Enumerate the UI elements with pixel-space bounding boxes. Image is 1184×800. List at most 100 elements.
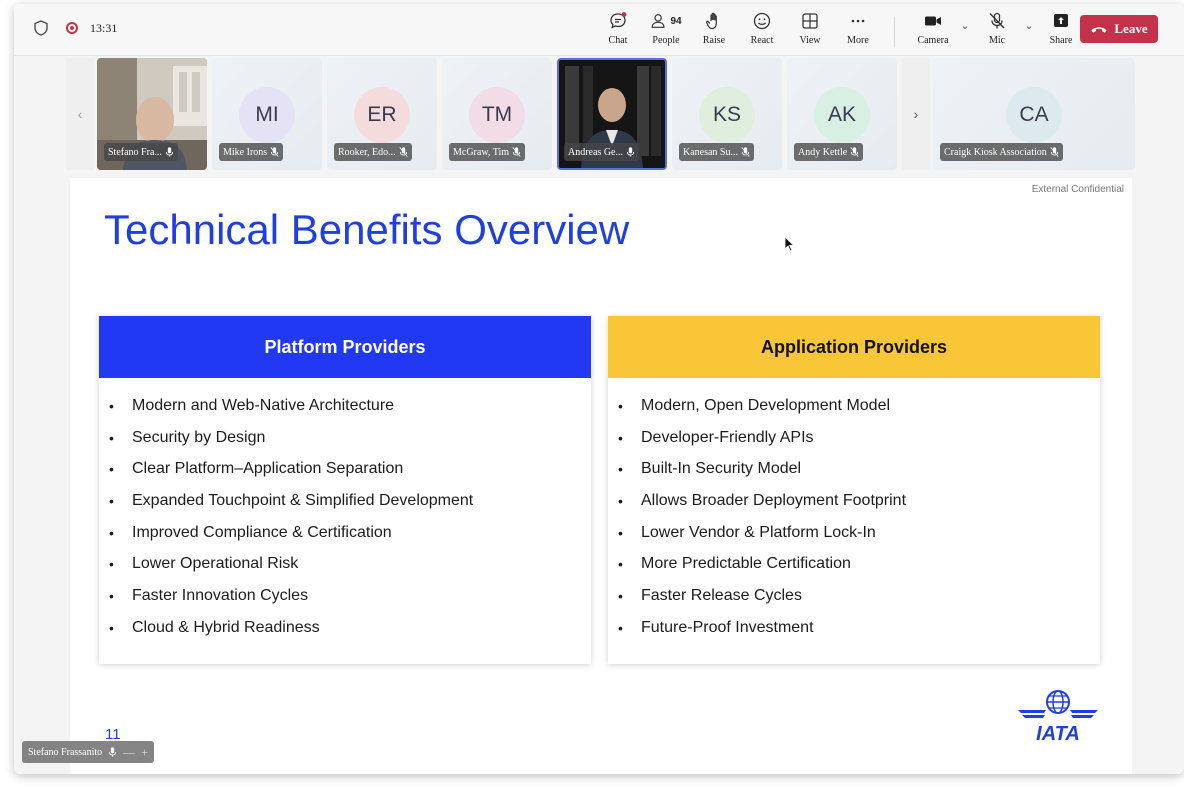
mouse-pointer-icon [784, 236, 794, 252]
avatar: MI [239, 87, 295, 143]
minimize-self-view-icon[interactable]: — [123, 745, 135, 760]
list-item: • Built-In Security Model [618, 460, 802, 478]
leave-button[interactable]: Leave [1080, 15, 1158, 43]
mic-icon [165, 147, 173, 157]
application-providers-list: • Modern, Open Development Model • Develop… [608, 378, 1100, 644]
participant-name-tag: Mike Irons [219, 143, 284, 161]
self-view-tag[interactable]: Stefano Frassanito — + [22, 741, 154, 763]
participant-tile-active-speaker[interactable]: Andreas Ge... [557, 58, 667, 170]
application-providers-header: Application Providers [608, 316, 1100, 378]
grid-view-icon [802, 13, 818, 29]
participant-tile[interactable]: AK Andy Kettle [787, 58, 897, 170]
camera-label: Camera [917, 35, 949, 46]
participant-name: Andreas Ge... [568, 146, 623, 158]
mic-label: Mic [988, 35, 1006, 46]
participant-name: Kanesan Su... [683, 146, 738, 158]
list-item: • Developer-Friendly APIs [618, 428, 814, 446]
raise-label: Raise [702, 35, 726, 46]
meeting-toolbar: 13:31 Chat 94 People Raise React View Mo… [14, 4, 1184, 56]
participant-name: Mike Irons [223, 146, 268, 158]
list-item: • Modern, Open Development Model [618, 396, 891, 414]
self-view-name: Stefano Frassanito [28, 746, 103, 758]
participant-name: McGraw, Tim [453, 146, 510, 158]
list-item: • Improved Compliance & Certification [109, 523, 392, 541]
application-providers-card: Application Providers • Modern, Open Deve… [608, 316, 1100, 664]
list-item: • Faster Release Cycles [618, 586, 802, 604]
shared-slide: External Confidential Technical Benefits… [70, 178, 1132, 774]
people-count-badge: 94 [670, 15, 682, 27]
participant-name-tag: Kanesan Su... [679, 143, 754, 161]
meeting-window: 13:31 Chat 94 People Raise React View Mo… [14, 4, 1184, 774]
more-button[interactable]: More [834, 11, 882, 46]
participant-name-tag: Stefano Fra... [104, 143, 178, 161]
people-label: People [652, 35, 680, 46]
participant-tile[interactable]: Stefano Fra... [97, 58, 207, 170]
list-item: • Expanded Touchpoint & Simplified Develo… [109, 491, 474, 509]
participant-tile[interactable]: CA Craigk Kiosk Association [933, 58, 1135, 170]
list-item: • Allows Broader Deployment Footprint [618, 491, 907, 509]
camera-button[interactable]: Camera [907, 11, 959, 46]
people-icon [652, 14, 665, 28]
raise-hand-button[interactable]: Raise [690, 11, 738, 46]
platform-providers-card: Platform Providers • Modern and Web-Nativ… [99, 316, 591, 664]
iata-logo-text: IATA [1036, 723, 1080, 744]
recording-icon [66, 22, 78, 34]
confidentiality-label: External Confidential [1031, 184, 1124, 195]
mic-button[interactable]: Mic [971, 11, 1023, 46]
chat-label: Chat [608, 35, 628, 46]
meeting-timer: 13:31 [90, 20, 118, 35]
chat-button[interactable]: Chat [594, 11, 642, 46]
smiley-icon [753, 12, 771, 30]
mic-icon [109, 747, 117, 757]
platform-providers-list: • Modern and Web-Native Architecture • Sec… [99, 378, 591, 644]
shield-icon[interactable] [34, 20, 48, 36]
strip-prev-chevron-left-icon[interactable]: ‹ [66, 58, 94, 170]
list-item: • Modern and Web-Native Architecture [109, 396, 395, 414]
participant-name: Stefano Fra... [108, 146, 162, 158]
share-icon [1054, 14, 1068, 27]
participant-tile[interactable]: TM McGraw, Tim [442, 58, 552, 170]
participant-name: Rooker, Edo... [338, 146, 396, 158]
participant-tile[interactable]: ER Rooker, Edo... [327, 58, 437, 170]
view-button[interactable]: View [786, 11, 834, 46]
platform-providers-header: Platform Providers [99, 316, 591, 378]
share-label: Share [1049, 35, 1073, 46]
participant-name-tag: Andreas Ge... [564, 143, 639, 161]
mic-options-chevron-icon[interactable]: ⌄ [1023, 19, 1035, 32]
strip-next-chevron-right-icon[interactable]: › [902, 58, 930, 170]
camera-options-chevron-icon[interactable]: ⌄ [959, 19, 971, 32]
mic-muted-icon [989, 12, 1005, 29]
mic-muted-icon [741, 147, 750, 157]
toolbar-actions: Chat 94 People Raise React View More Cam… [594, 11, 1087, 47]
hand-icon [706, 12, 717, 30]
participant-strip: ‹ Stefano Fra... MI Mike Irons ER Rooker… [66, 58, 1136, 172]
toolbar-divider [894, 17, 895, 47]
hang-up-icon [1091, 26, 1108, 33]
react-label: React [750, 35, 774, 46]
iata-logo: IATA [1018, 690, 1098, 744]
toolbar-left: 13:31 [34, 20, 117, 36]
mic-muted-icon [850, 147, 859, 157]
camera-icon [925, 16, 941, 26]
list-item: • Cloud & Hybrid Readiness [109, 618, 320, 636]
participant-name-tag: Andy Kettle [794, 143, 864, 161]
people-button[interactable]: 94 People [642, 11, 690, 46]
view-label: View [799, 35, 821, 46]
participant-name: Craigk Kiosk Association [944, 146, 1047, 158]
expand-self-view-icon[interactable]: + [141, 745, 148, 760]
react-button[interactable]: React [738, 11, 786, 46]
participant-name: Andy Kettle [798, 146, 848, 158]
list-item: • Lower Operational Risk [109, 555, 299, 573]
mic-muted-icon [399, 147, 408, 157]
mic-icon [626, 147, 634, 157]
participant-tile[interactable]: MI Mike Irons [212, 58, 322, 170]
chat-icon [610, 12, 627, 29]
participant-name-tag: McGraw, Tim [449, 143, 526, 161]
participant-tile[interactable]: KS Kanesan Su... [672, 58, 782, 170]
list-item: • Clear Platform–Application Separation [109, 460, 404, 478]
mic-muted-icon [270, 147, 279, 157]
list-item: • Security by Design [109, 428, 266, 446]
mic-muted-icon [1050, 147, 1059, 157]
mic-muted-icon [512, 147, 521, 157]
list-item: • Faster Innovation Cycles [109, 586, 309, 604]
